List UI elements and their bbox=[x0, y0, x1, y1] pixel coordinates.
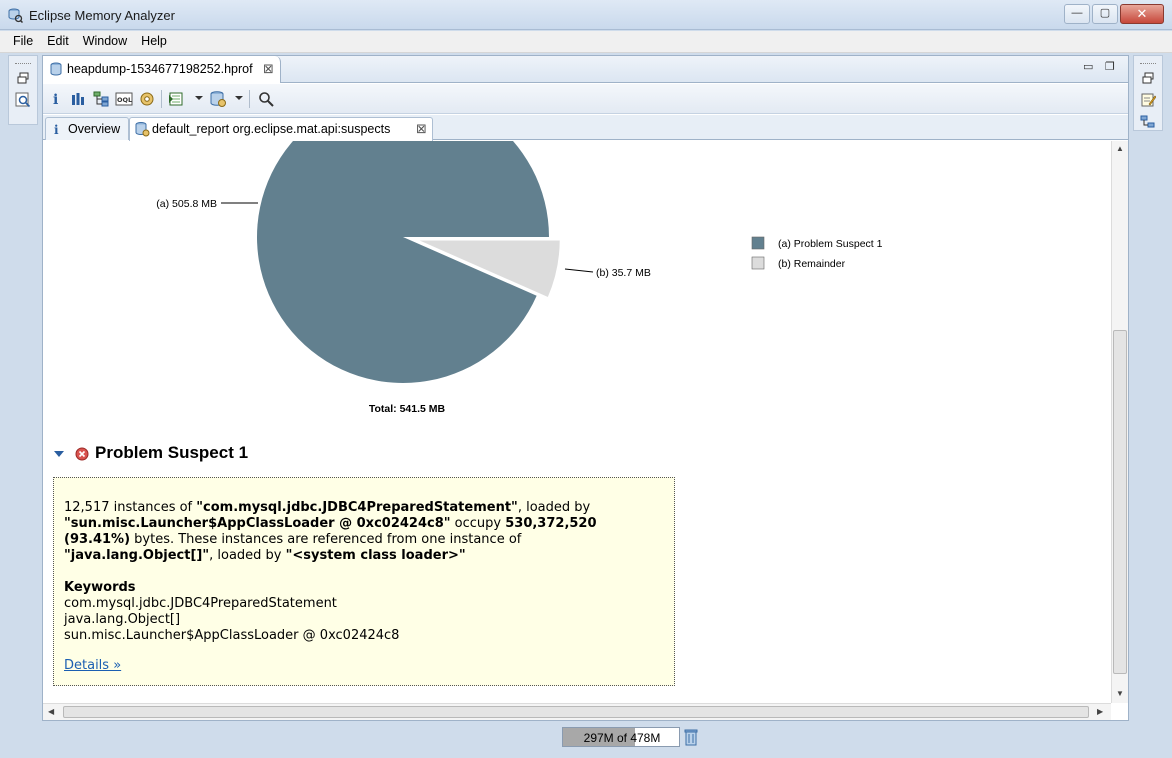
menu-window[interactable]: Window bbox=[76, 31, 134, 53]
run-report-icon[interactable] bbox=[168, 90, 186, 108]
title-bar: Eclipse Memory Analyzer — ▢ ✕ bbox=[0, 0, 1172, 30]
scroll-right-icon[interactable]: ▶ bbox=[1097, 707, 1103, 716]
info-icon: i bbox=[54, 123, 59, 136]
dominator-tree-icon[interactable] bbox=[92, 90, 110, 108]
pie-total-label: Total: 541.5 MB bbox=[369, 403, 446, 415]
heap-dump-overview-icon[interactable] bbox=[209, 90, 227, 108]
editor-toolbar: i OQL bbox=[43, 84, 1128, 114]
pie-slices bbox=[257, 141, 562, 383]
pie-leader-line bbox=[564, 268, 594, 273]
legend-label: (a) Problem Suspect 1 bbox=[778, 238, 883, 250]
toolbar-separator bbox=[249, 90, 250, 108]
tab-default-report-label: default_report org.eclipse.mat.api:suspe… bbox=[152, 122, 391, 136]
menu-file[interactable]: File bbox=[6, 31, 40, 53]
histogram-icon[interactable] bbox=[69, 90, 87, 108]
keyword-item: com.mysql.jdbc.JDBC4PreparedStatement bbox=[64, 596, 337, 611]
editor-tab-bar: heapdump-1534677198252.hprof ⊠ ▭ ❐ bbox=[43, 56, 1128, 83]
oql-icon[interactable]: OQL bbox=[115, 90, 133, 108]
search-icon[interactable] bbox=[257, 90, 275, 108]
class-name: "java.lang.Object[]" bbox=[64, 548, 210, 563]
right-trim-stack bbox=[1133, 55, 1163, 131]
status-bar: 297M of 478M bbox=[0, 722, 1172, 758]
editor-tab-label: heapdump-1534677198252.hprof bbox=[67, 62, 253, 76]
text-fragment: bytes. These instances are referenced fr… bbox=[130, 532, 522, 547]
svg-text:i: i bbox=[53, 92, 58, 108]
legend-swatch bbox=[751, 256, 765, 270]
text-fragment: , loaded by bbox=[517, 500, 591, 515]
error-icon bbox=[75, 447, 89, 461]
minimize-button[interactable]: — bbox=[1064, 4, 1090, 24]
close-tab-icon[interactable]: ⊠ bbox=[416, 121, 427, 137]
scroll-down-icon[interactable]: ▼ bbox=[1116, 689, 1124, 698]
menu-edit[interactable]: Edit bbox=[40, 31, 76, 53]
keyword-item: sun.misc.Launcher$AppClassLoader @ 0xc02… bbox=[64, 628, 400, 643]
maximize-editor-icon[interactable]: ❐ bbox=[1105, 60, 1115, 73]
close-tab-icon[interactable]: ⊠ bbox=[263, 61, 274, 77]
garbage-collect-icon[interactable] bbox=[684, 728, 698, 746]
suspect-description-box: 12,517 instances of "com.mysql.jdbc.JDBC… bbox=[53, 477, 675, 686]
restore-icon[interactable] bbox=[15, 70, 31, 86]
memory-analyzer-icon bbox=[8, 8, 23, 23]
collapse-triangle-icon[interactable] bbox=[53, 449, 65, 459]
notes-icon[interactable] bbox=[1140, 92, 1156, 108]
suspects-pie-chart: (a) 505.8 MB(b) 35.7 MB Total: 541.5 MB … bbox=[156, 141, 883, 415]
minimize-editor-icon[interactable]: ▭ bbox=[1083, 60, 1093, 73]
heap-status-text: 297M of 478M bbox=[583, 731, 661, 745]
query-browser-icon[interactable] bbox=[138, 90, 156, 108]
text-fragment: , loaded by bbox=[209, 548, 286, 563]
svg-text:i: i bbox=[54, 123, 59, 136]
pie-slice-label: (b) 35.7 MB bbox=[596, 267, 651, 279]
keywords-title: Keywords bbox=[64, 580, 136, 595]
toolbar-separator bbox=[161, 90, 162, 108]
scroll-left-icon[interactable]: ◀ bbox=[48, 707, 54, 716]
editor-tab-heapdump[interactable]: heapdump-1534677198252.hprof ⊠ bbox=[43, 56, 281, 83]
text-fragment: occupy bbox=[450, 516, 506, 531]
tab-overview-label: Overview bbox=[68, 122, 121, 136]
class-loader-name: "<system class loader>" bbox=[285, 548, 466, 563]
report-tabs: i Overview default_report org.eclipse.ma… bbox=[43, 115, 1128, 141]
heap-status: 297M of 478M bbox=[562, 727, 680, 747]
inspector-icon[interactable] bbox=[15, 92, 31, 108]
menu-help[interactable]: Help bbox=[134, 31, 174, 53]
close-button[interactable]: ✕ bbox=[1120, 4, 1164, 24]
suspect-title: Problem Suspect 1 bbox=[95, 443, 249, 462]
window-title: Eclipse Memory Analyzer bbox=[29, 8, 175, 23]
menu-bar: File Edit Window Help bbox=[0, 31, 1172, 53]
horizontal-scroll-thumb[interactable] bbox=[63, 706, 1089, 718]
report-icon bbox=[135, 122, 150, 137]
text-fragment: 12,517 instances of bbox=[64, 500, 197, 515]
trim-handle[interactable] bbox=[15, 56, 31, 64]
class-loader-name: "sun.misc.Launcher$AppClassLoader @ 0xc0… bbox=[64, 516, 451, 531]
trim-handle[interactable] bbox=[1140, 56, 1156, 64]
maximize-button[interactable]: ▢ bbox=[1092, 4, 1118, 24]
class-name: "com.mysql.jdbc.JDBC4PreparedStatement" bbox=[196, 500, 518, 515]
pie-slice-label: (a) 505.8 MB bbox=[156, 198, 217, 210]
tab-overview[interactable]: i Overview bbox=[45, 117, 129, 140]
vertical-scrollbar[interactable]: ▲ ▼ bbox=[1111, 141, 1128, 703]
report-content[interactable]: (a) 505.8 MB (b) 35.7 MB Total: 541.5 MB … bbox=[43, 141, 1111, 703]
heap-dump-editor: heapdump-1534677198252.hprof ⊠ ▭ ❐ i OQL… bbox=[42, 55, 1129, 721]
run-report-dropdown-icon[interactable] bbox=[195, 96, 203, 100]
overview-dropdown-icon[interactable] bbox=[235, 96, 243, 100]
scroll-up-icon[interactable]: ▲ bbox=[1116, 144, 1124, 153]
suspect-description: 12,517 instances of "com.mysql.jdbc.JDBC… bbox=[64, 500, 664, 564]
legend-label: (b) Remainder bbox=[778, 258, 846, 270]
horizontal-scrollbar[interactable]: ◀ ▶ bbox=[43, 703, 1111, 720]
restore-icon[interactable] bbox=[1140, 70, 1156, 86]
pie-legend: (a) Problem Suspect 1 (b) Remainder bbox=[751, 236, 883, 270]
tab-default-report[interactable]: default_report org.eclipse.mat.api:suspe… bbox=[129, 117, 433, 141]
legend-swatch bbox=[751, 236, 765, 250]
navigation-history-icon[interactable] bbox=[1140, 114, 1156, 130]
keyword-item: java.lang.Object[] bbox=[64, 612, 181, 627]
info-icon[interactable]: i bbox=[47, 90, 65, 108]
left-trim-stack bbox=[8, 55, 38, 125]
heap-dump-icon bbox=[50, 62, 62, 76]
details-link[interactable]: Details » bbox=[64, 658, 121, 674]
vertical-scroll-thumb[interactable] bbox=[1113, 330, 1127, 674]
svg-text:OQL: OQL bbox=[117, 96, 132, 104]
